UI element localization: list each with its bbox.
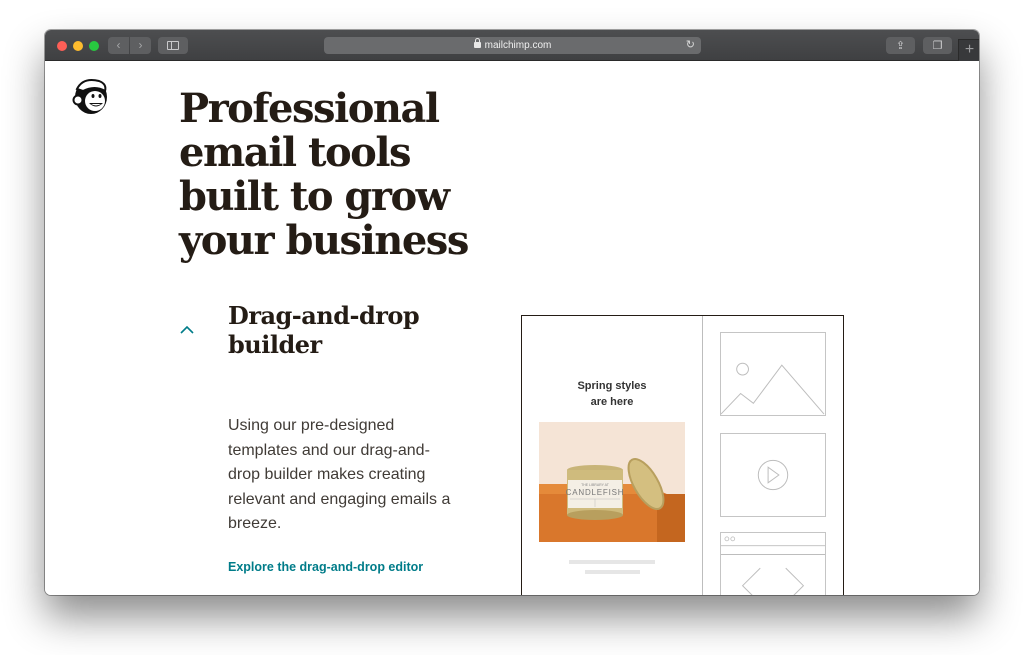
browser-window: ‹ › mailchimp.com ↻ ⇪ ❐ + Professional e… [45, 30, 979, 595]
accordion-body: Using our pre-designed templates and our… [228, 417, 451, 532]
tabs-icon: ❐ [932, 40, 943, 52]
lock-icon [473, 38, 481, 48]
chevron-up-icon[interactable] [179, 323, 195, 335]
reload-icon[interactable]: ↻ [686, 37, 695, 54]
placeholder-text-line [569, 560, 655, 564]
back-button[interactable]: ‹ [108, 37, 129, 54]
page-content: Professional email tools built to grow y… [45, 61, 979, 595]
hero-title: Professional email tools built to grow y… [179, 85, 469, 264]
video-block [720, 433, 826, 517]
sidebar-icon [167, 41, 179, 50]
show-tabs-button[interactable]: ❐ [923, 37, 952, 54]
email-heading-line-1: Spring styles [577, 380, 647, 392]
new-tab-button[interactable]: + [958, 39, 979, 61]
explore-editor-link[interactable]: Explore the drag-and-drop editor [228, 560, 423, 574]
share-button[interactable]: ⇪ [886, 37, 915, 54]
accordion-title[interactable]: Drag-and-drop builder [228, 301, 448, 359]
email-heading-line-2: are here [590, 396, 634, 408]
sidebar-toggle-button[interactable] [158, 37, 188, 54]
placeholder-text-line [585, 570, 640, 574]
chevron-right-icon: › [138, 38, 143, 52]
share-icon: ⇪ [895, 40, 906, 52]
address-bar[interactable]: mailchimp.com ↻ [324, 37, 701, 54]
url-text: mailchimp.com [484, 40, 552, 51]
candle-label-brand: CANDLEFISH [566, 488, 625, 497]
mailchimp-logo-icon[interactable] [69, 75, 111, 117]
minimize-window-button[interactable] [73, 41, 83, 51]
close-window-button[interactable] [57, 41, 67, 51]
forward-button[interactable]: › [130, 37, 151, 54]
code-icon [721, 536, 825, 595]
image-block [720, 332, 826, 416]
email-heading: Spring styles are here [522, 378, 702, 410]
plus-icon: + [964, 41, 975, 58]
candle-product-image: THE LIBRARY AT CANDLEFISH [539, 422, 685, 542]
play-icon [757, 459, 789, 491]
email-builder-illustration: Spring styles are here THE LIBRARY AT CA… [521, 315, 844, 595]
image-placeholder-icon [721, 362, 825, 415]
browser-toolbar: ‹ › mailchimp.com ↻ ⇪ ❐ + [45, 30, 979, 61]
candle-label-top: THE LIBRARY AT [581, 483, 610, 487]
maximize-window-button[interactable] [89, 41, 99, 51]
chevron-left-icon: ‹ [116, 38, 121, 52]
code-block [720, 532, 826, 595]
column-divider [702, 316, 703, 595]
